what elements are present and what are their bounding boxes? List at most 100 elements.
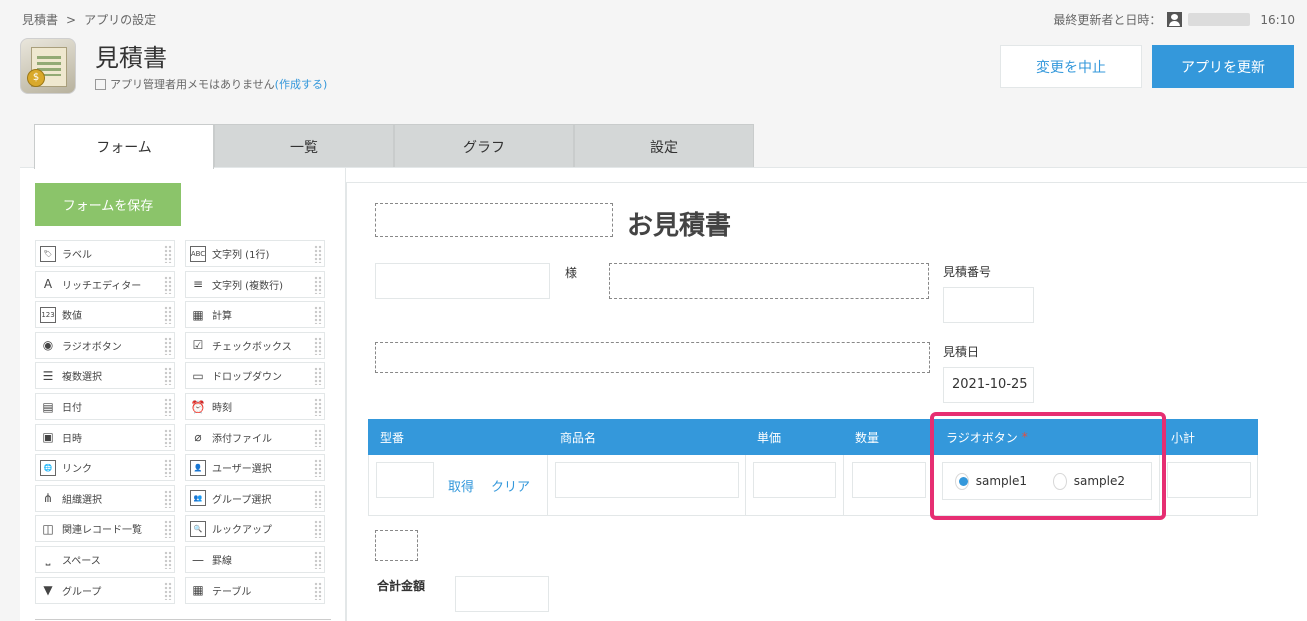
palette-item-label: 罫線: [212, 556, 232, 567]
table-icon: ▦: [192, 583, 204, 598]
globe-icon: 🌐: [40, 459, 56, 476]
update-app-button[interactable]: アプリを更新: [1152, 45, 1294, 88]
tag-icon: 🏷: [40, 245, 56, 262]
palette-item-label: 日時: [62, 433, 82, 445]
clock-icon: ⏰: [190, 399, 206, 414]
model-number-input[interactable]: [376, 462, 434, 498]
palette-item[interactable]: ⋔ 組織選択: [35, 484, 175, 512]
tab-settings[interactable]: 設定: [574, 124, 754, 168]
palette-item-label: グループ選択: [212, 494, 272, 506]
palette-item[interactable]: ⎵ スペース: [35, 546, 175, 573]
palette-item[interactable]: ☑ チェックボックス: [185, 331, 325, 359]
palette-item-label: 複数選択: [62, 372, 102, 384]
tab-form[interactable]: フォーム: [34, 124, 214, 169]
palette-item-label: 組織選択: [62, 494, 102, 506]
palette-item[interactable]: 👥 グループ選択: [185, 484, 325, 512]
cancel-changes-button[interactable]: 変更を中止: [1000, 45, 1142, 88]
drag-handle-icon[interactable]: [164, 367, 172, 386]
fetch-link[interactable]: 取得: [448, 476, 474, 495]
palette-item[interactable]: 123 数値: [35, 301, 175, 329]
tab-list[interactable]: 一覧: [214, 124, 394, 168]
quantity-input[interactable]: [852, 462, 926, 498]
palette-item-label: スペース: [62, 556, 101, 567]
address-label-placeholder[interactable]: [609, 263, 929, 299]
clear-link[interactable]: クリア: [491, 476, 530, 495]
drag-handle-icon[interactable]: [164, 336, 172, 355]
palette-item-label: 日付: [62, 403, 82, 414]
palette-item[interactable]: ◉ ラジオボタン: [35, 331, 175, 359]
drag-handle-icon[interactable]: [314, 489, 322, 508]
drag-handle-icon[interactable]: [164, 581, 172, 600]
drag-handle-icon[interactable]: [314, 336, 322, 355]
drag-handle-icon[interactable]: [314, 367, 322, 386]
breadcrumb-app-link[interactable]: 見積書: [22, 13, 58, 27]
palette-item[interactable]: ▦ 計算: [185, 301, 325, 329]
customer-name-field[interactable]: [375, 263, 550, 299]
save-form-button[interactable]: フォームを保存: [35, 183, 181, 226]
palette-item[interactable]: ▤ 日付: [35, 393, 175, 420]
palette-item[interactable]: ⏰ 時刻: [185, 393, 325, 420]
palette-item-label: テーブル: [212, 586, 252, 598]
col-unit-price: 単価: [757, 430, 782, 445]
total-amount-field[interactable]: [455, 576, 549, 612]
drag-handle-icon[interactable]: [314, 581, 322, 600]
palette-item[interactable]: ≡ 文字列 (複数行): [185, 270, 325, 298]
palette-item[interactable]: ▣ 日時: [35, 423, 175, 451]
group-field-icon: ▼: [43, 583, 53, 598]
palette-item[interactable]: ☰ 複数選択: [35, 362, 175, 390]
drag-handle-icon[interactable]: [164, 245, 172, 263]
palette-item[interactable]: ABC 文字列 (1行): [185, 240, 325, 267]
drag-handle-icon[interactable]: [314, 398, 322, 416]
label-field-placeholder[interactable]: [375, 203, 613, 237]
drag-handle-icon[interactable]: [164, 398, 172, 416]
drag-handle-icon[interactable]: [164, 459, 172, 478]
drag-handle-icon[interactable]: [314, 275, 322, 294]
drag-handle-icon[interactable]: [164, 520, 172, 539]
quote-number-field[interactable]: [943, 287, 1034, 323]
palette-item-label: ラベル: [62, 250, 92, 261]
palette-item-label: チェックボックス: [212, 341, 292, 353]
drag-handle-icon[interactable]: [164, 306, 172, 325]
small-space-placeholder[interactable]: [375, 530, 418, 561]
last-updated-label: 最終更新者と日時：: [1053, 13, 1162, 27]
palette-item-label: 文字列 (1行): [212, 250, 270, 261]
multiline-icon: ≡: [192, 277, 204, 292]
drag-handle-icon[interactable]: [314, 245, 322, 263]
rich-editor-icon: A: [43, 277, 53, 292]
drag-handle-icon[interactable]: [314, 459, 322, 478]
subtotal-input[interactable]: [1167, 462, 1251, 498]
drag-handle-icon[interactable]: [164, 428, 172, 447]
palette-item[interactable]: ▭ ドロップダウン: [185, 362, 325, 390]
palette-item[interactable]: 👤 ユーザー選択: [185, 454, 325, 482]
tab-graph[interactable]: グラフ: [394, 124, 574, 168]
form-title-label: お見積書: [627, 211, 732, 241]
multi-select-icon: ☰: [42, 368, 54, 383]
palette-item[interactable]: ▦ テーブル: [185, 576, 325, 604]
drag-handle-icon[interactable]: [314, 551, 322, 569]
palette-item[interactable]: 🌐 リンク: [35, 454, 175, 482]
palette-item-label: 計算: [212, 311, 232, 323]
drag-handle-icon[interactable]: [164, 551, 172, 569]
palette-item[interactable]: — 罫線: [185, 546, 325, 573]
palette-item-label: 添付ファイル: [212, 433, 272, 445]
unit-price-input[interactable]: [753, 462, 836, 498]
radio-icon: ◉: [42, 338, 54, 353]
palette-item[interactable]: 🔍 ルックアップ: [185, 515, 325, 543]
palette-item[interactable]: ◫ 関連レコード一覧: [35, 515, 175, 543]
breadcrumb-separator: >: [66, 13, 77, 27]
related-records-icon: ◫: [42, 521, 54, 536]
drag-handle-icon[interactable]: [314, 428, 322, 447]
space-label-placeholder[interactable]: [375, 342, 930, 373]
memo-create-link[interactable]: (作成する): [275, 76, 328, 92]
drag-handle-icon[interactable]: [314, 306, 322, 325]
col-subtotal: 小計: [1171, 430, 1196, 445]
palette-item[interactable]: ⌀ 添付ファイル: [185, 423, 325, 451]
drag-handle-icon[interactable]: [314, 520, 322, 539]
palette-item[interactable]: A リッチエディター: [35, 270, 175, 298]
breadcrumb: 見積書 > アプリの設定: [22, 11, 156, 28]
palette-item[interactable]: 🏷 ラベル: [35, 240, 175, 267]
drag-handle-icon[interactable]: [164, 275, 172, 294]
product-name-input[interactable]: [555, 462, 739, 498]
drag-handle-icon[interactable]: [164, 489, 172, 508]
palette-item[interactable]: ▼ グループ: [35, 576, 175, 604]
